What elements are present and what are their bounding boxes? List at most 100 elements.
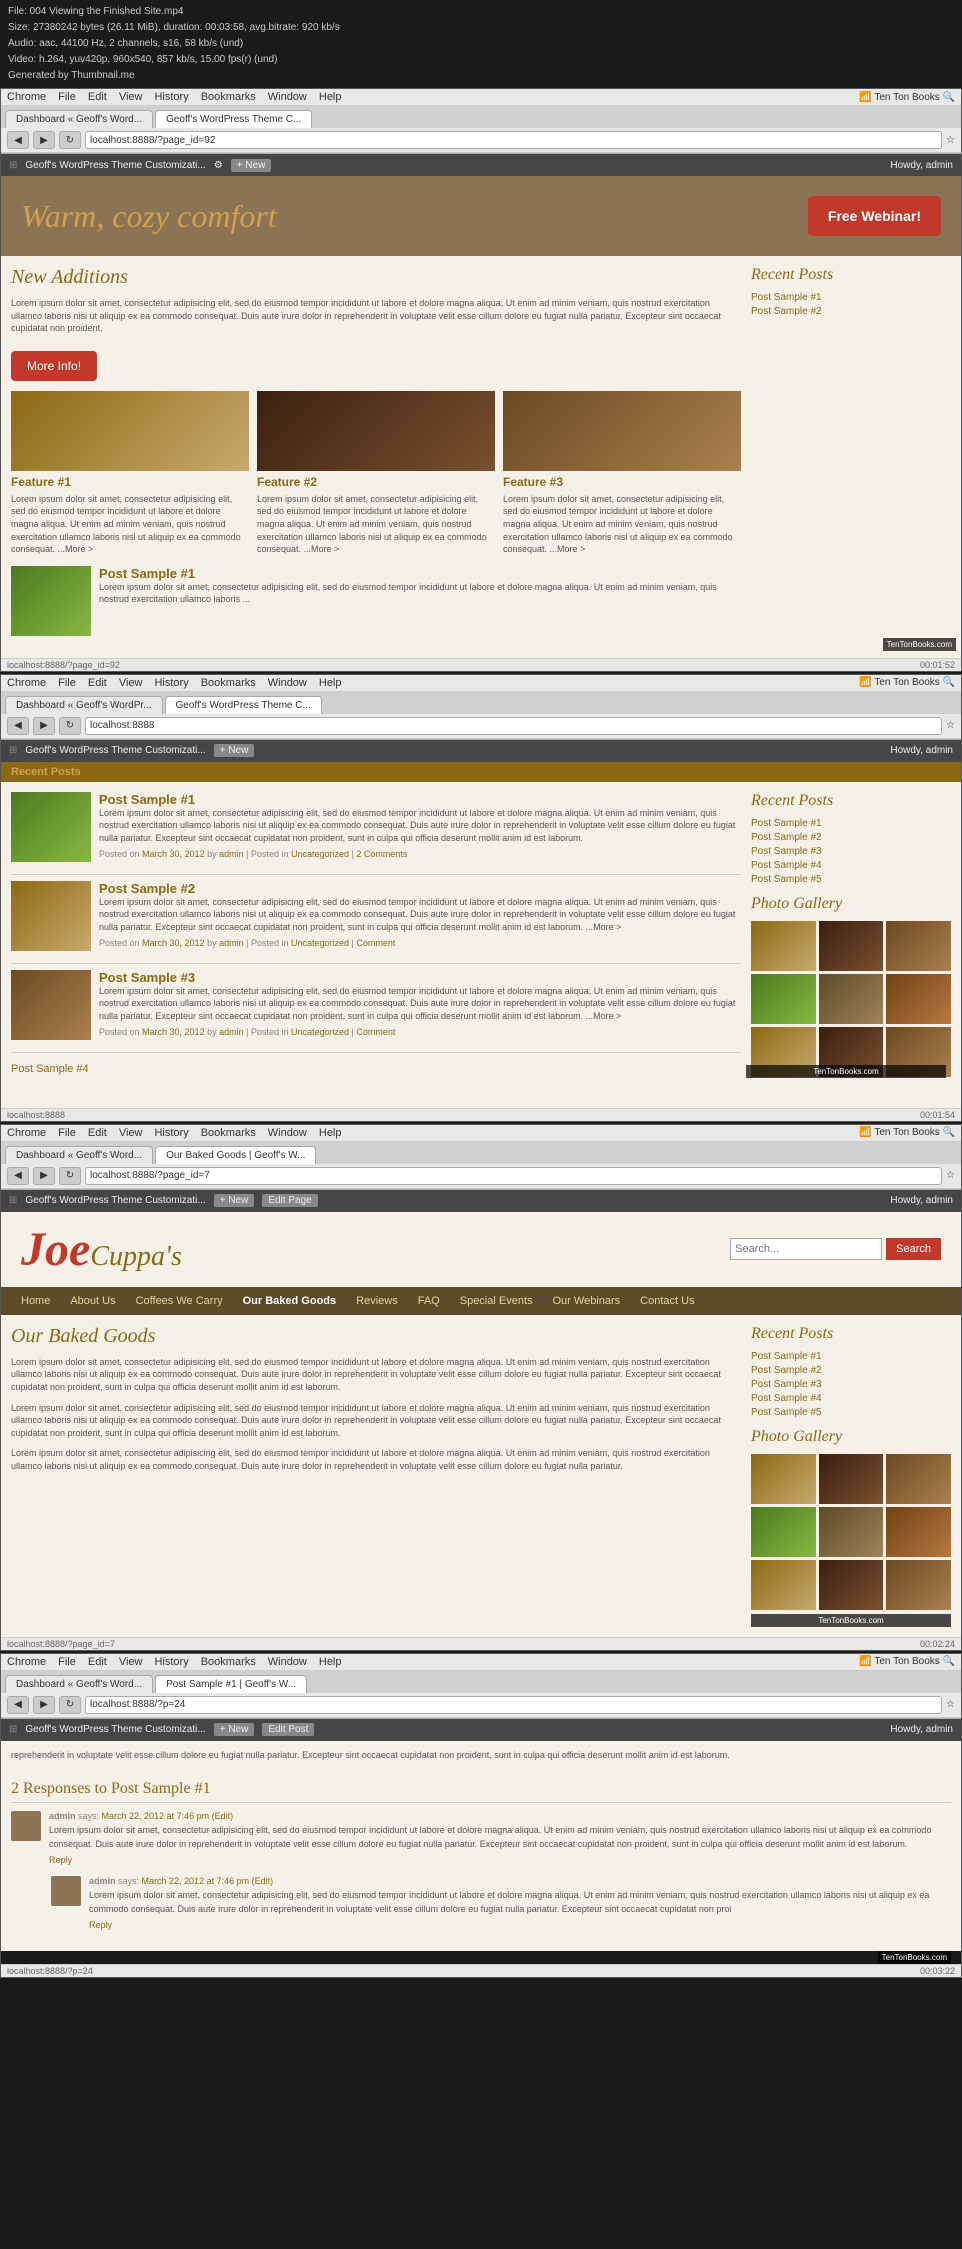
post-date-2a[interactable]: March 30, 2012 xyxy=(142,849,205,859)
rp-link-2-2[interactable]: Post Sample #2 xyxy=(751,832,951,843)
menu-edit[interactable]: Edit xyxy=(88,91,107,103)
refresh-btn-3[interactable]: ↻ xyxy=(59,1167,81,1185)
forward-btn-1[interactable]: ▶ xyxy=(33,131,55,149)
post-title-2a[interactable]: Post Sample #1 xyxy=(99,792,741,807)
tab-dashboard-2[interactable]: Dashboard « Geoff's WordPr... xyxy=(5,696,163,714)
nav-reviews-3[interactable]: Reviews xyxy=(346,1287,408,1315)
nav-faq-3[interactable]: FAQ xyxy=(408,1287,450,1315)
nav-home-3[interactable]: Home xyxy=(11,1287,60,1315)
menu-edit-4[interactable]: Edit xyxy=(88,1656,107,1668)
post-comments-2c[interactable]: Comment xyxy=(356,1027,395,1037)
new-btn-4[interactable]: + New xyxy=(214,1723,255,1736)
menu-edit-3[interactable]: Edit xyxy=(88,1127,107,1139)
menu-window-2[interactable]: Window xyxy=(268,677,307,689)
comment-date-1[interactable]: March 22, 2012 at 7:46 pm xyxy=(102,1811,210,1821)
refresh-btn-1[interactable]: ↻ xyxy=(59,131,81,149)
bookmark-star-4[interactable]: ☆ xyxy=(946,1699,955,1710)
rp-link-3-4[interactable]: Post Sample #4 xyxy=(751,1393,951,1404)
menu-history-3[interactable]: History xyxy=(154,1127,188,1139)
tab-theme-2[interactable]: Geoff's WordPress Theme C... xyxy=(165,696,322,714)
webinar-btn-1[interactable]: Free Webinar! xyxy=(808,196,941,236)
rp-link-2-3[interactable]: Post Sample #3 xyxy=(751,846,951,857)
edit-page-btn-3[interactable]: Edit Page xyxy=(262,1194,317,1207)
search-btn-3[interactable]: Search xyxy=(886,1238,941,1260)
new-btn-1[interactable]: + New xyxy=(231,159,272,172)
menu-view-2[interactable]: View xyxy=(119,677,143,689)
menu-bookmarks[interactable]: Bookmarks xyxy=(201,91,256,103)
menu-chrome-4[interactable]: Chrome xyxy=(7,1656,46,1668)
edit-post-btn-4[interactable]: Edit Post xyxy=(262,1723,314,1736)
nav-baked-goods-3[interactable]: Our Baked Goods xyxy=(233,1287,347,1315)
rp-link-3-2[interactable]: Post Sample #2 xyxy=(751,1365,951,1376)
menu-window-3[interactable]: Window xyxy=(268,1127,307,1139)
menu-window[interactable]: Window xyxy=(268,91,307,103)
menu-history-4[interactable]: History xyxy=(154,1656,188,1668)
address-bar-2[interactable]: localhost:8888 xyxy=(85,717,942,735)
comment-reply-2[interactable]: Reply xyxy=(89,1920,112,1930)
tab-baked-goods[interactable]: Our Baked Goods | Geoff's W... xyxy=(155,1146,316,1164)
rp-link-2-1[interactable]: Post Sample #1 xyxy=(751,818,951,829)
menu-bookmarks-3[interactable]: Bookmarks xyxy=(201,1127,256,1139)
menu-help-3[interactable]: Help xyxy=(319,1127,342,1139)
menu-file-3[interactable]: File xyxy=(58,1127,76,1139)
nav-webinars-3[interactable]: Our Webinars xyxy=(543,1287,631,1315)
menu-edit-2[interactable]: Edit xyxy=(88,677,107,689)
menu-window-4[interactable]: Window xyxy=(268,1656,307,1668)
forward-btn-3[interactable]: ▶ xyxy=(33,1167,55,1185)
menu-chrome[interactable]: Chrome xyxy=(7,91,46,103)
menu-bookmarks-4[interactable]: Bookmarks xyxy=(201,1656,256,1668)
post-title-2b[interactable]: Post Sample #2 xyxy=(99,881,741,896)
nav-coffees-3[interactable]: Coffees We Carry xyxy=(126,1287,233,1315)
post-date-2c[interactable]: March 30, 2012 xyxy=(142,1027,205,1037)
address-bar-3[interactable]: localhost:8888/?page_id=7 xyxy=(85,1167,942,1185)
rp-link-3-1[interactable]: Post Sample #1 xyxy=(751,1351,951,1362)
bookmark-star-2[interactable]: ☆ xyxy=(946,720,955,731)
tab-theme-1[interactable]: Geoff's WordPress Theme C... xyxy=(155,110,312,128)
nav-about-3[interactable]: About Us xyxy=(60,1287,125,1315)
more-info-btn-1[interactable]: More Info! xyxy=(11,351,97,381)
back-btn-2[interactable]: ◀ xyxy=(7,717,29,735)
post-cat-2a[interactable]: Uncategorized xyxy=(291,849,349,859)
rp-link-2-5[interactable]: Post Sample #5 xyxy=(751,874,951,885)
address-bar-1[interactable]: localhost:8888/?page_id=92 xyxy=(85,131,942,149)
refresh-btn-2[interactable]: ↻ xyxy=(59,717,81,735)
rp-link-3-5[interactable]: Post Sample #5 xyxy=(751,1407,951,1418)
refresh-btn-4[interactable]: ↻ xyxy=(59,1696,81,1714)
tab-post-sample[interactable]: Post Sample #1 | Geoff's W... xyxy=(155,1675,307,1693)
menu-bookmarks-2[interactable]: Bookmarks xyxy=(201,677,256,689)
new-btn-2[interactable]: + New xyxy=(214,744,255,757)
bookmark-star-1[interactable]: ☆ xyxy=(946,135,955,146)
comment-reply-1[interactable]: Reply xyxy=(49,1855,72,1865)
post-comments-2a[interactable]: 2 Comments xyxy=(356,849,407,859)
nav-contact-us-3[interactable]: Contact Us xyxy=(630,1287,704,1315)
comment-edit-2[interactable]: (Edit) xyxy=(252,1876,274,1886)
menu-chrome-2[interactable]: Chrome xyxy=(7,677,46,689)
address-bar-4[interactable]: localhost:8888/?p=24 xyxy=(85,1696,942,1714)
menu-file[interactable]: File xyxy=(58,91,76,103)
menu-history-2[interactable]: History xyxy=(154,677,188,689)
back-btn-3[interactable]: ◀ xyxy=(7,1167,29,1185)
menu-help-2[interactable]: Help xyxy=(319,677,342,689)
rp-link-2-4[interactable]: Post Sample #4 xyxy=(751,860,951,871)
comment-date-2[interactable]: March 22, 2012 at 7:46 pm xyxy=(142,1876,250,1886)
recent-post-link-2[interactable]: Post Sample #2 xyxy=(751,306,951,317)
menu-history[interactable]: History xyxy=(154,91,188,103)
bookmark-star-3[interactable]: ☆ xyxy=(946,1170,955,1181)
recent-post-link-1[interactable]: Post Sample #1 xyxy=(751,292,951,303)
rp-link-3-3[interactable]: Post Sample #3 xyxy=(751,1379,951,1390)
forward-btn-2[interactable]: ▶ xyxy=(33,717,55,735)
new-btn-3[interactable]: + New xyxy=(214,1194,255,1207)
menu-help-4[interactable]: Help xyxy=(319,1656,342,1668)
tab-dashboard-4[interactable]: Dashboard « Geoff's Word... xyxy=(5,1675,153,1693)
post-author-2a[interactable]: admin xyxy=(219,849,244,859)
post-cat-2b[interactable]: Uncategorized xyxy=(291,938,349,948)
forward-btn-4[interactable]: ▶ xyxy=(33,1696,55,1714)
menu-view-4[interactable]: View xyxy=(119,1656,143,1668)
post-author-2c[interactable]: admin xyxy=(219,1027,244,1037)
menu-view-3[interactable]: View xyxy=(119,1127,143,1139)
post-comments-2b[interactable]: Comment xyxy=(356,938,395,948)
menu-help[interactable]: Help xyxy=(319,91,342,103)
search-input-3[interactable] xyxy=(730,1238,882,1260)
post-cat-2c[interactable]: Uncategorized xyxy=(291,1027,349,1037)
post-author-2b[interactable]: admin xyxy=(219,938,244,948)
